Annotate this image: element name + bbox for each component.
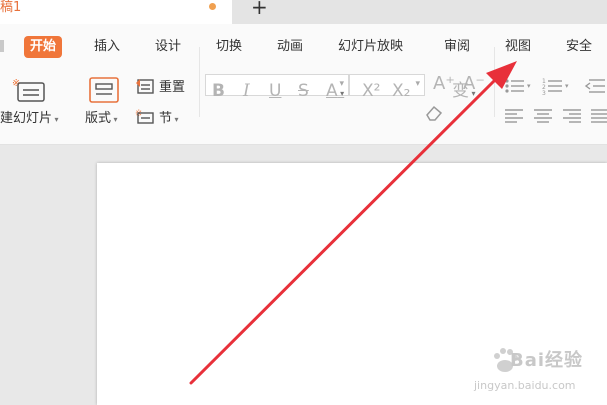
- align-center-icon[interactable]: [533, 108, 553, 124]
- menu-item-security[interactable]: 安全: [566, 38, 592, 56]
- subscript-button[interactable]: X₂: [392, 81, 410, 101]
- menu-item-slideshow[interactable]: 幻灯片放映: [338, 38, 403, 56]
- numbering-icon[interactable]: 1 2 3 ▾: [542, 77, 574, 95]
- new-tab-button[interactable]: +: [251, 0, 268, 17]
- new-slide-icon[interactable]: ※: [12, 77, 46, 103]
- chevron-down-icon: ▾: [415, 79, 420, 89]
- document-title: 稿1: [0, 0, 22, 15]
- chevron-down-icon: ▾: [337, 89, 345, 98]
- chevron-down-icon: ▾: [111, 115, 118, 124]
- indent-icon[interactable]: [583, 77, 605, 95]
- watermark-url: jingyan.baidu.com: [474, 379, 576, 392]
- bullets-icon[interactable]: ▾: [504, 77, 534, 95]
- reset-label[interactable]: 重置: [159, 80, 185, 96]
- chevron-down-icon: ▾: [52, 115, 59, 124]
- change-case-button[interactable]: 变 ▾: [452, 81, 476, 104]
- italic-button[interactable]: I: [243, 81, 250, 101]
- section-label: 节: [159, 111, 173, 126]
- layout-label: 版式: [85, 111, 112, 126]
- menu-item-review[interactable]: 审阅: [444, 38, 470, 56]
- align-right-icon[interactable]: [562, 108, 582, 124]
- close-dot-icon[interactable]: [209, 3, 216, 10]
- document-tab[interactable]: 稿1: [0, 0, 232, 24]
- baidu-watermark: Bai经验 jingyan.baidu.com: [470, 336, 607, 405]
- menu-item-animation[interactable]: 动画: [277, 38, 303, 56]
- watermark-brand: Bai经验: [510, 350, 584, 371]
- divider: [199, 47, 200, 117]
- menu-item-view[interactable]: 视图: [505, 38, 531, 56]
- justify-icon[interactable]: [590, 108, 607, 124]
- font-size-combo[interactable]: ▾: [349, 74, 425, 96]
- menu-item-home[interactable]: 开始: [24, 36, 63, 58]
- section-button[interactable]: 节 ▾: [159, 111, 179, 128]
- underline-button[interactable]: U: [269, 81, 281, 101]
- tab-bar: 稿1 +: [0, 0, 607, 24]
- chevron-down-icon: ▾: [469, 89, 476, 98]
- svg-text:3: 3: [542, 90, 546, 95]
- menu-item-insert[interactable]: 插入: [94, 38, 120, 56]
- svg-text:▾: ▾: [565, 82, 569, 90]
- eraser-icon[interactable]: [424, 104, 444, 122]
- align-left-icon[interactable]: [504, 108, 524, 124]
- chevron-down-icon: ▾: [172, 115, 179, 124]
- section-icon[interactable]: ※: [135, 108, 155, 126]
- strikethrough-button[interactable]: S: [298, 81, 309, 101]
- menu-edge: [0, 40, 4, 52]
- svg-text:▾: ▾: [527, 82, 531, 90]
- new-slide-button[interactable]: 建幻灯片 ▾: [0, 111, 59, 128]
- divider: [494, 47, 495, 117]
- change-case-label: 变: [452, 81, 469, 101]
- layout-button[interactable]: 版式 ▾: [85, 111, 118, 128]
- menu-item-design[interactable]: 设计: [155, 38, 181, 56]
- superscript-button[interactable]: X²: [362, 81, 380, 101]
- bold-button[interactable]: B: [212, 81, 225, 101]
- font-color-label: A: [326, 81, 338, 101]
- font-color-button[interactable]: A ▾: [326, 81, 344, 104]
- layout-icon[interactable]: [89, 77, 119, 103]
- new-slide-label: 建幻灯片: [0, 111, 53, 126]
- menu-item-transition[interactable]: 切换: [216, 38, 242, 56]
- reset-icon[interactable]: [135, 78, 155, 96]
